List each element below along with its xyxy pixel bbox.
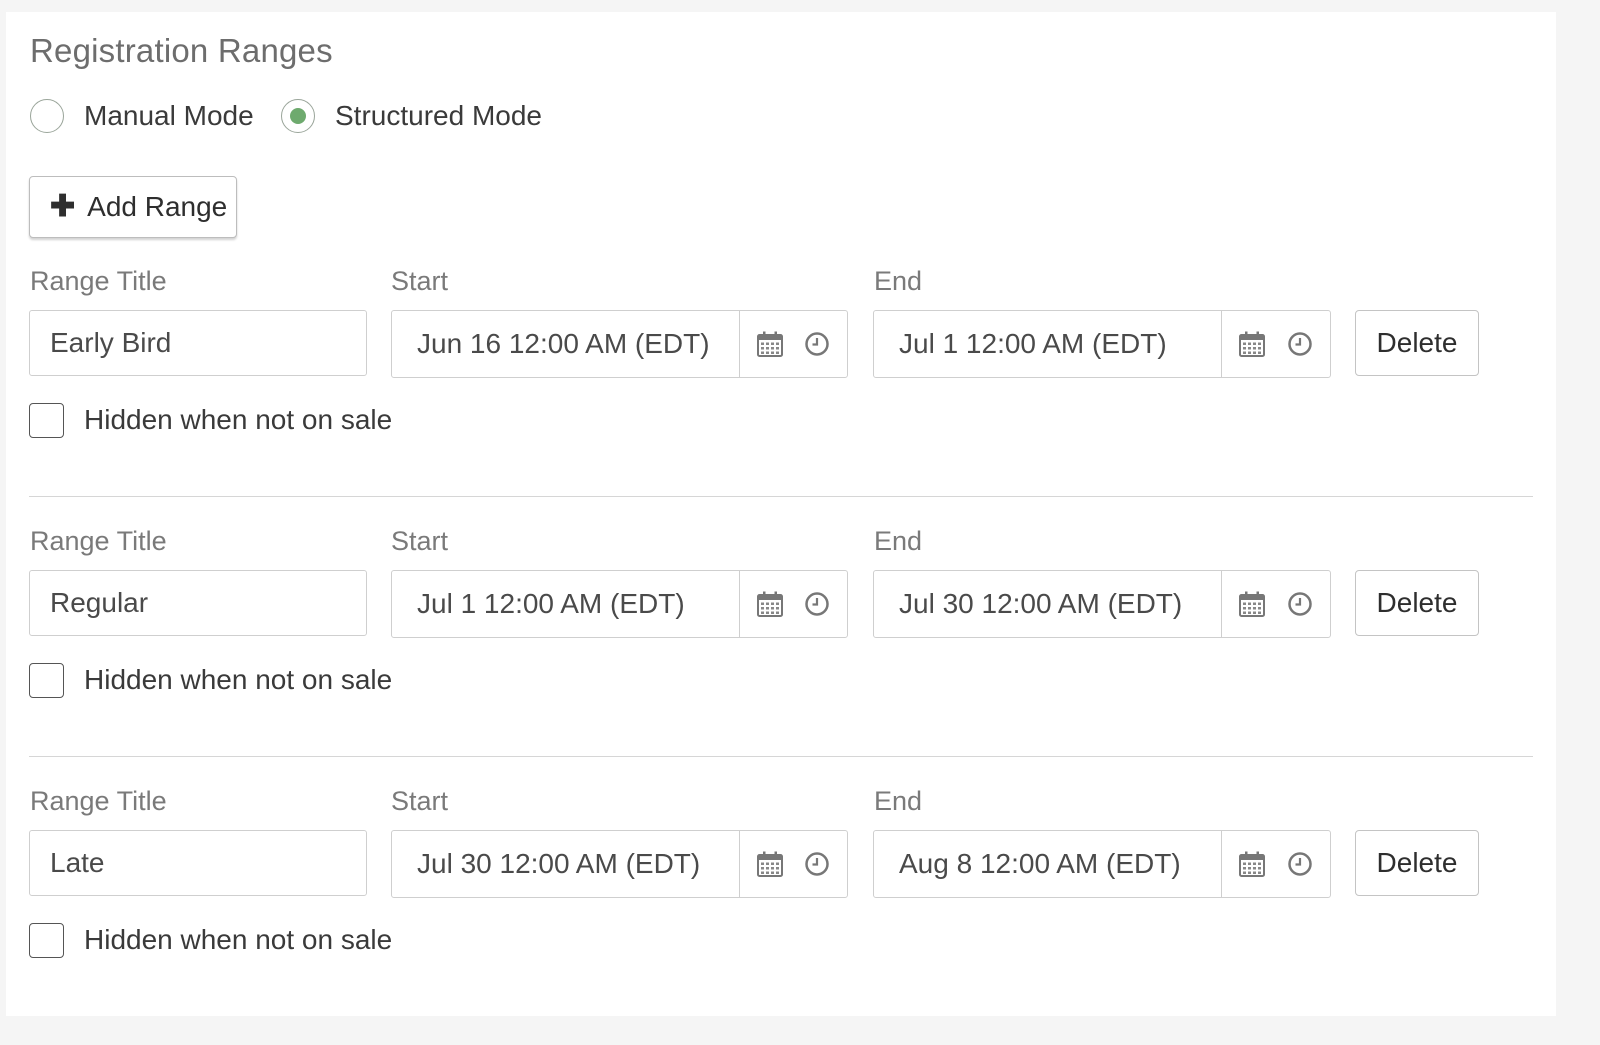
manual-mode-label: Manual Mode	[84, 100, 254, 131]
clock-icon[interactable]	[802, 589, 832, 619]
end-datetime-field[interactable]: Jul 30 12:00 AM (EDT)	[873, 570, 1331, 638]
range-divider	[29, 756, 1533, 757]
calendar-icon[interactable]	[755, 589, 785, 619]
hidden-checkbox-label: Hidden when not on sale	[84, 664, 393, 695]
start-datetime-field[interactable]: Jun 16 12:00 AM (EDT)	[391, 310, 848, 378]
structured-mode-radio[interactable]: Structured Mode	[281, 96, 542, 136]
section-title: Registration Ranges	[30, 32, 333, 69]
calendar-icon[interactable]	[1237, 329, 1267, 359]
start-label: Start	[391, 526, 449, 556]
checkbox-box[interactable]	[29, 922, 64, 958]
end-label: End	[874, 266, 923, 296]
calendar-icon[interactable]	[1237, 849, 1267, 879]
clock-icon[interactable]	[1285, 849, 1315, 879]
start-label: Start	[391, 266, 449, 296]
manual-mode-radio[interactable]: Manual Mode	[30, 96, 254, 136]
calendar-icon[interactable]	[755, 329, 785, 359]
hidden-when-not-on-sale-checkbox[interactable]: Hidden when not on sale	[29, 400, 392, 440]
checkbox-box[interactable]	[29, 662, 64, 698]
end-datetime-field[interactable]: Aug 8 12:00 AM (EDT)	[873, 830, 1331, 898]
end-datetime-value[interactable]: Jul 30 12:00 AM (EDT)	[874, 571, 1222, 637]
range-title-label: Range Title	[30, 786, 167, 816]
clock-icon[interactable]	[802, 849, 832, 879]
range-title-input[interactable]: Early Bird	[29, 310, 367, 376]
clock-icon[interactable]	[1285, 589, 1315, 619]
delete-range-button[interactable]: Delete	[1355, 310, 1479, 376]
add-range-button[interactable]: ✚ Add Range	[29, 176, 237, 238]
start-datetime-value[interactable]: Jun 16 12:00 AM (EDT)	[392, 311, 740, 377]
range-row: Range Title Start End Late Jul 30 12:00 …	[6, 782, 1556, 962]
clock-icon[interactable]	[802, 329, 832, 359]
hidden-checkbox-label: Hidden when not on sale	[84, 404, 393, 435]
range-title-input[interactable]: Regular	[29, 570, 367, 636]
range-divider	[29, 496, 1533, 497]
radio-circle-checked[interactable]	[281, 99, 315, 133]
range-row: Range Title Start End Regular Jul 1 12:0…	[6, 522, 1556, 702]
range-title-label: Range Title	[30, 266, 167, 296]
start-datetime-value[interactable]: Jul 30 12:00 AM (EDT)	[392, 831, 740, 897]
start-datetime-field[interactable]: Jul 30 12:00 AM (EDT)	[391, 830, 848, 898]
radio-circle-unchecked[interactable]	[30, 99, 64, 133]
end-label: End	[874, 526, 923, 556]
calendar-icon[interactable]	[1237, 589, 1267, 619]
start-label: Start	[391, 786, 449, 816]
end-label: End	[874, 786, 923, 816]
plus-icon: ✚	[50, 190, 76, 223]
end-datetime-value[interactable]: Aug 8 12:00 AM (EDT)	[874, 831, 1222, 897]
start-datetime-field[interactable]: Jul 1 12:00 AM (EDT)	[391, 570, 848, 638]
range-title-input[interactable]: Late	[29, 830, 367, 896]
delete-range-button[interactable]: Delete	[1355, 570, 1479, 636]
delete-range-button[interactable]: Delete	[1355, 830, 1479, 896]
end-datetime-value[interactable]: Jul 1 12:00 AM (EDT)	[874, 311, 1222, 377]
clock-icon[interactable]	[1285, 329, 1315, 359]
range-title-label: Range Title	[30, 526, 167, 556]
end-datetime-field[interactable]: Jul 1 12:00 AM (EDT)	[873, 310, 1331, 378]
checkbox-box[interactable]	[29, 402, 64, 438]
calendar-icon[interactable]	[755, 849, 785, 879]
start-datetime-value[interactable]: Jul 1 12:00 AM (EDT)	[392, 571, 740, 637]
hidden-when-not-on-sale-checkbox[interactable]: Hidden when not on sale	[29, 920, 392, 960]
structured-mode-label: Structured Mode	[335, 100, 542, 131]
range-row: Range Title Start End Early Bird Jun 16 …	[6, 262, 1556, 442]
hidden-when-not-on-sale-checkbox[interactable]: Hidden when not on sale	[29, 660, 392, 700]
add-range-label: Add Range	[87, 191, 228, 222]
registration-ranges-panel: Registration Ranges Manual Mode Structur…	[6, 12, 1556, 1016]
hidden-checkbox-label: Hidden when not on sale	[84, 924, 393, 955]
